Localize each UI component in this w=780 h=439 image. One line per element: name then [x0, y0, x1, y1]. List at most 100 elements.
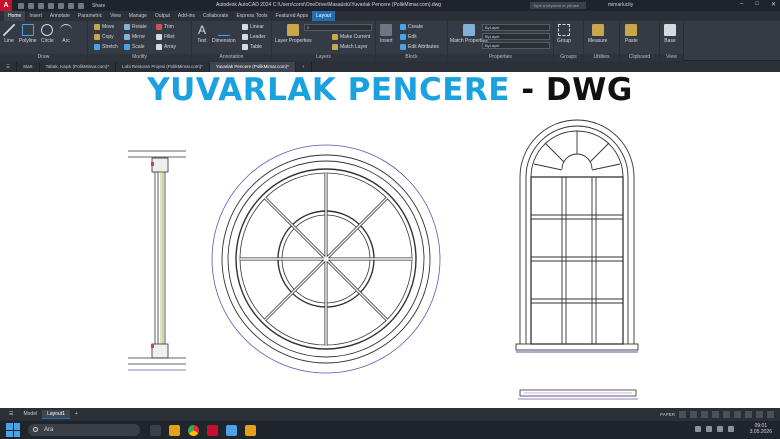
make-current-tool[interactable]: Make Current: [332, 34, 370, 40]
lineweight-icon[interactable]: [734, 411, 741, 418]
utilities-panel-title[interactable]: Utilities: [584, 54, 619, 61]
redo-icon[interactable]: [78, 2, 84, 9]
autocad-logo-icon[interactable]: A: [0, 0, 12, 11]
grid-icon[interactable]: [679, 411, 686, 418]
customization-menu-icon[interactable]: [767, 411, 774, 418]
paper-space-toggle[interactable]: PAPER: [660, 412, 675, 417]
annotation-scale-icon[interactable]: [745, 411, 752, 418]
clipboard-panel-title[interactable]: Clipboard: [620, 54, 659, 61]
edge-icon[interactable]: [226, 424, 237, 436]
windows-start-icon[interactable]: [6, 423, 20, 437]
table-tool[interactable]: Table: [242, 44, 262, 50]
dimension-tool[interactable]: Dimension: [212, 24, 236, 44]
polyline-tool[interactable]: Polyline: [19, 24, 37, 44]
draw-panel-title[interactable]: Draw: [0, 54, 87, 61]
match-layer-tool[interactable]: Match Layer: [332, 44, 368, 50]
tab-model[interactable]: Model: [18, 410, 42, 419]
tab-insert[interactable]: Insert: [25, 11, 46, 21]
tab-layout[interactable]: Layout: [312, 11, 336, 21]
minimize-icon[interactable]: –: [740, 1, 743, 8]
wifi-icon[interactable]: [706, 426, 712, 432]
annotation-panel-title[interactable]: Annotation: [192, 54, 271, 61]
search-input[interactable]: Type a keyword or phrase: [530, 2, 586, 9]
tab-view[interactable]: View: [106, 11, 125, 21]
battery-icon[interactable]: [728, 426, 734, 432]
snap-icon[interactable]: [690, 411, 697, 418]
tab-add-ins[interactable]: Add-ins: [174, 11, 199, 21]
tab-layout1[interactable]: Layout1: [42, 410, 70, 419]
layers-panel-title[interactable]: Layers: [272, 54, 375, 61]
trim-tool[interactable]: Trim: [156, 24, 174, 30]
tab-featured-apps[interactable]: Featured Apps: [272, 11, 313, 21]
tab-parametric[interactable]: Parametric: [74, 11, 106, 21]
workspace-gear-icon[interactable]: [756, 411, 763, 418]
taskbar-clock[interactable]: 09:01 3.05.2026: [750, 423, 772, 435]
create-block-tool[interactable]: Create: [400, 24, 423, 30]
folder-icon[interactable]: [245, 424, 256, 436]
save-icon[interactable]: [38, 2, 44, 9]
circle-tool[interactable]: Circle: [41, 24, 54, 44]
close-icon[interactable]: ✕: [771, 1, 776, 8]
line-tool[interactable]: Line: [3, 24, 15, 44]
share-button[interactable]: Share: [92, 3, 105, 9]
properties-panel-title[interactable]: Properties: [448, 54, 553, 61]
group-tool[interactable]: Group: [557, 24, 571, 44]
menu-icon[interactable]: ☰: [0, 62, 18, 72]
print-icon[interactable]: [58, 2, 64, 9]
stretch-tool[interactable]: Stretch: [94, 44, 118, 50]
file-tab-tabak[interactable]: Tabak, Kaşık (PolikMimar.com)*: [40, 62, 117, 72]
file-tab-lobi[interactable]: Lobi Restoran Projesi (PolikMimar.com)*: [116, 62, 210, 72]
tab-express-tools[interactable]: Express Tools: [232, 11, 271, 21]
volume-icon[interactable]: [717, 426, 723, 432]
taskbar-search-input[interactable]: Ara: [28, 424, 140, 436]
tab-annotate[interactable]: Annotate: [46, 11, 74, 21]
ortho-icon[interactable]: [701, 411, 708, 418]
autocad-taskbar-icon[interactable]: [207, 424, 218, 436]
text-tool[interactable]: A Text: [196, 24, 208, 44]
paste-tool[interactable]: Paste: [625, 24, 638, 44]
insert-tool[interactable]: Insert: [380, 24, 393, 44]
move-tool[interactable]: Move: [94, 24, 114, 30]
rotate-tool[interactable]: Rotate: [124, 24, 147, 30]
edit-attributes-tool[interactable]: Edit Attributes: [400, 44, 439, 50]
view-panel-title[interactable]: View: [660, 54, 683, 61]
block-panel-title[interactable]: Block: [376, 54, 447, 61]
chevron-up-icon[interactable]: [695, 426, 701, 432]
user-account[interactable]: mimarlucity: [608, 2, 633, 8]
array-tool[interactable]: Array: [156, 44, 176, 50]
polar-icon[interactable]: [712, 411, 719, 418]
base-tool[interactable]: Base: [664, 24, 676, 44]
drawing-canvas[interactable]: YUVARLAK PENCERE - DWG: [0, 72, 780, 408]
leader-tool[interactable]: Leader: [242, 34, 266, 40]
arc-tool[interactable]: Arc: [60, 24, 72, 44]
layer-dropdown[interactable]: 0: [304, 24, 372, 31]
task-view-icon[interactable]: [150, 424, 161, 436]
file-explorer-icon[interactable]: [169, 424, 180, 436]
open-file-icon[interactable]: [28, 2, 34, 9]
tab-home[interactable]: Home: [4, 11, 26, 21]
tab-manage[interactable]: Manage: [125, 11, 151, 21]
add-layout-button[interactable]: +: [70, 410, 83, 419]
edit-block-tool[interactable]: Edit: [400, 34, 417, 40]
linear-tool[interactable]: Linear: [242, 24, 264, 30]
modify-panel-title[interactable]: Modify: [88, 54, 191, 61]
save-as-icon[interactable]: [48, 2, 54, 9]
measure-tool[interactable]: Measure: [588, 24, 607, 44]
file-tab-start[interactable]: Start: [17, 62, 40, 72]
maximize-icon[interactable]: □: [755, 1, 759, 8]
osnap-icon[interactable]: [723, 411, 730, 418]
linetype-dropdown[interactable]: ByLayer: [482, 33, 550, 40]
file-tab-yuvarlak[interactable]: Yuvarlak Pencere (PolikMimar.com)*: [209, 62, 296, 72]
new-tab-button[interactable]: +: [296, 62, 312, 72]
chrome-icon[interactable]: [188, 424, 199, 436]
tab-collaborate[interactable]: Collaborate: [199, 11, 233, 21]
tab-output[interactable]: Output: [151, 11, 174, 21]
scale-tool[interactable]: Scale: [124, 44, 145, 50]
lineweight-dropdown[interactable]: ByLayer: [482, 42, 550, 49]
copy-tool[interactable]: Copy: [94, 34, 114, 40]
new-file-icon[interactable]: [18, 2, 24, 9]
mirror-tool[interactable]: Mirror: [124, 34, 145, 40]
groups-panel-title[interactable]: Groups: [554, 54, 583, 61]
menu-icon[interactable]: ☰: [4, 410, 18, 419]
fillet-tool[interactable]: Fillet: [156, 34, 175, 40]
